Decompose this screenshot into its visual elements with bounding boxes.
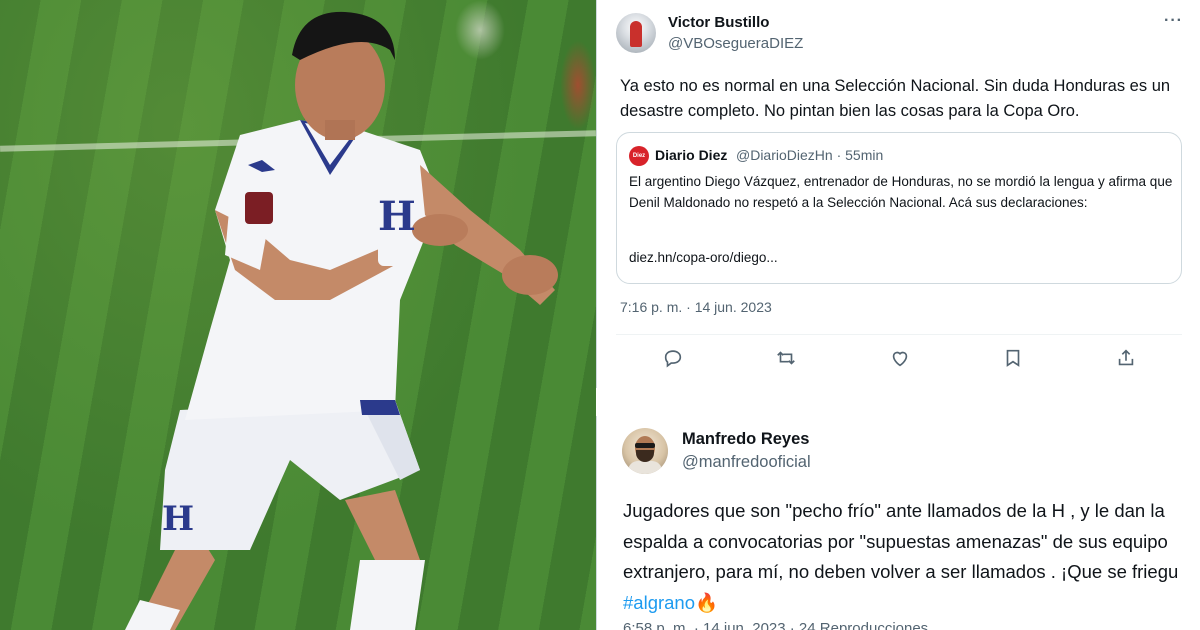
hashtag-link[interactable]: #algrano bbox=[623, 592, 695, 613]
tweet-timestamp[interactable]: 7:16 p. m. · 14 jun. 2023 bbox=[620, 299, 772, 315]
tweets-panel: Victor Bustillo @VBOsegueraDIEZ ··· Ya e… bbox=[596, 0, 1200, 630]
retweet-icon[interactable] bbox=[771, 343, 801, 373]
author-handle[interactable]: @VBOsegueraDIEZ bbox=[668, 35, 803, 52]
quoted-tweet[interactable]: Diez Diario Diez @DiarioDiezHn · 55min E… bbox=[616, 132, 1182, 284]
tweet-text: Ya esto no es normal en una Selección Na… bbox=[620, 77, 1171, 120]
reply-icon[interactable] bbox=[658, 343, 688, 373]
share-icon[interactable] bbox=[1111, 343, 1141, 373]
tweet-separator bbox=[596, 388, 1200, 416]
bookmark-icon[interactable] bbox=[998, 343, 1028, 373]
tweet-text-line: #algrano🔥 bbox=[623, 588, 1200, 619]
tweet-text-line: espalda a convocatorias por "supuestas a… bbox=[623, 530, 1168, 552]
diario-diez-logo-icon: Diez bbox=[629, 146, 649, 166]
player-photo: H H bbox=[0, 0, 596, 630]
author-handle[interactable]: @manfredooficial bbox=[682, 453, 811, 472]
more-options-icon[interactable]: ··· bbox=[1164, 12, 1183, 30]
jersey-h-letter: H bbox=[378, 193, 416, 240]
like-icon[interactable] bbox=[885, 343, 915, 373]
tweet-meta: 6:58 p. m. · 14 jun. 2023 · 24 Reproducc… bbox=[623, 620, 929, 630]
author-name[interactable]: Manfredo Reyes bbox=[682, 430, 809, 449]
tweet-text-line: extranjero, para mí, no deben volver a s… bbox=[623, 561, 1179, 582]
quoted-author-handle: @DiarioDiezHn · 55min bbox=[736, 147, 884, 163]
tweet-text: Jugadores que son "pecho frío" ante llam… bbox=[623, 496, 1200, 618]
avatar[interactable] bbox=[622, 428, 668, 474]
shorts-h-letter: H bbox=[162, 499, 194, 539]
quoted-author-name: Diario Diez bbox=[655, 147, 728, 163]
author-name[interactable]: Victor Bustillo bbox=[668, 14, 769, 31]
player-figure: H H bbox=[125, 11, 558, 630]
divider bbox=[616, 334, 1182, 335]
tweet-actions bbox=[596, 343, 1200, 373]
fire-icon: 🔥 bbox=[695, 591, 719, 613]
tweet-text-line: Jugadores que son "pecho frío" ante llam… bbox=[623, 500, 1165, 521]
avatar[interactable] bbox=[616, 13, 656, 53]
quoted-tweet-text: El argentino Diego Vázquez, entrenador d… bbox=[629, 174, 1173, 210]
panel-divider bbox=[596, 0, 597, 630]
quoted-tweet-link[interactable]: diez.hn/copa-oro/diego... bbox=[629, 250, 778, 265]
